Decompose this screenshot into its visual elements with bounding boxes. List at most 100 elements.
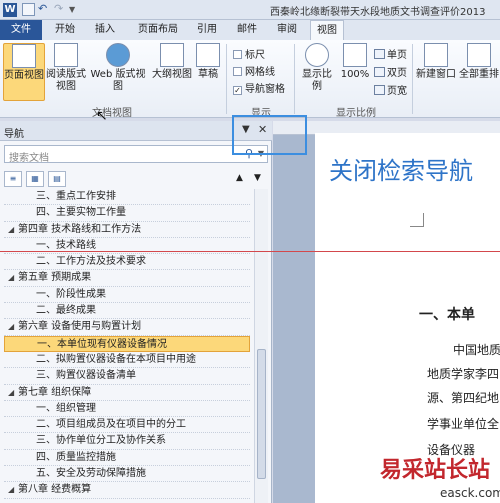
nav-item-label: 第六章 设备使用与购置计划 xyxy=(18,321,142,333)
results-tab-icon[interactable]: ▤ xyxy=(48,171,66,187)
nav-section-item[interactable]: 三、重点工作安排 xyxy=(4,189,250,206)
nav-section-item[interactable]: 二、项目组成员及在项目中的分工 xyxy=(4,417,250,434)
two-pages-icon xyxy=(374,67,385,77)
nav-section-item[interactable]: 四、主要实物工作量 xyxy=(4,205,250,222)
nav-item-label: 二、工作方法及技术要求 xyxy=(36,256,146,268)
page-width-button[interactable]: 页宽 xyxy=(374,82,407,97)
tab-insert[interactable]: 插入 xyxy=(90,20,120,40)
one-page-button[interactable]: 单页 xyxy=(374,46,407,61)
zoom-button[interactable]: 显示比例 xyxy=(298,43,336,101)
tab-view[interactable]: 视图 xyxy=(310,20,344,40)
checkbox-box xyxy=(233,50,242,59)
nav-chapter-item[interactable]: ◢ 第五章 预期成果 xyxy=(4,270,250,287)
page-width-icon xyxy=(374,85,385,95)
nav-item-label: 四、质量监控措施 xyxy=(36,451,116,463)
annotation-highlight-box xyxy=(232,115,307,155)
nav-pane-checkbox[interactable]: ✓ 导航窗格 xyxy=(233,80,285,95)
next-arrow-icon[interactable]: ▼ xyxy=(254,173,261,183)
nav-section-item[interactable]: 三、协作单位分工及协作关系 xyxy=(4,433,250,450)
collapse-triangle-icon[interactable]: ◢ xyxy=(8,270,18,286)
search-input[interactable]: 搜索文档 ⚲ ▼ xyxy=(4,145,268,164)
nav-item-label: 一、组织管理 xyxy=(36,402,96,414)
nav-item-label: 五、安全及劳动保障措施 xyxy=(36,468,146,480)
nav-item-label: 一、本单位现有仪器设备情况 xyxy=(37,338,167,350)
pages-tab-icon[interactable]: ▦ xyxy=(26,171,44,187)
outline-button[interactable]: 大纲视图 xyxy=(151,43,193,101)
checkmark-icon: ✓ xyxy=(233,86,242,95)
nav-section-item[interactable]: 二、拟购置仪器设备在本项目中用途 xyxy=(4,352,250,369)
two-pages-button[interactable]: 双页 xyxy=(374,64,407,79)
arrange-all-button[interactable]: 全部重排 xyxy=(458,43,500,101)
nav-item-label: 第七章 组织保障 xyxy=(18,386,92,398)
nav-item-label: 一、阶段性成果 xyxy=(36,288,106,300)
nav-item-label: 二、最终成果 xyxy=(36,305,96,317)
tab-references[interactable]: 引用 xyxy=(192,20,222,40)
customize-quick-access-icon[interactable]: ▼ xyxy=(69,3,82,16)
divider xyxy=(294,44,295,114)
navigation-pane: 导航 ▼ ✕ 搜索文档 ⚲ ▼ ≡ ▦ ▤ ▲ ▼ 三、重点工作安排 四、主要实物… xyxy=(0,121,272,503)
nav-scrollbar[interactable] xyxy=(254,189,268,503)
body-text-line: 中国地质 xyxy=(453,343,500,357)
document-title: 西秦岭北缘断裂带天水段地质文书调查评价2013 xyxy=(270,7,486,18)
new-window-button[interactable]: 新建窗口 xyxy=(416,43,456,101)
nav-section-item[interactable]: 三、购置仪器设备清单 xyxy=(4,368,250,385)
headings-tab-icon[interactable]: ≡ xyxy=(4,171,22,187)
nav-item-label: 第八章 经费概算 xyxy=(18,484,92,496)
save-icon[interactable] xyxy=(22,3,35,16)
draft-icon xyxy=(196,43,220,67)
nav-item-label: 一、技术路线 xyxy=(36,239,96,251)
group-label-zoom: 显示比例 xyxy=(336,108,376,119)
collapse-triangle-icon[interactable]: ◢ xyxy=(8,222,18,238)
nav-section-item[interactable]: 五、安全及劳动保障措施 xyxy=(4,466,250,483)
nav-section-item[interactable]: 一、阶段性成果 xyxy=(4,287,250,304)
search-placeholder: 搜索文档 xyxy=(9,153,49,164)
ruler-checkbox[interactable]: 标尺 xyxy=(233,46,265,61)
nav-item-label: 第四章 技术路线和工作方法 xyxy=(18,223,142,235)
collapse-triangle-icon[interactable]: ◢ xyxy=(8,385,18,401)
web-layout-button[interactable]: Web 版式视图 xyxy=(87,43,149,101)
nav-section-item[interactable]: 四、质量监控措施 xyxy=(4,450,250,467)
zoom-100-icon xyxy=(343,43,367,67)
tab-page-layout[interactable]: 页面布局 xyxy=(132,20,184,40)
zoom-100-button[interactable]: 100% xyxy=(340,43,370,101)
nav-section-item[interactable]: 一、组织管理 xyxy=(4,401,250,418)
nav-item-label: 四、主要实物工作量 xyxy=(36,207,126,219)
undo-icon[interactable]: ↶ xyxy=(38,3,51,16)
tab-file[interactable]: 文件 xyxy=(0,20,42,40)
page-margin-marker xyxy=(410,213,424,227)
scrollbar-thumb[interactable] xyxy=(257,349,266,479)
watermark: 易采站长站 easck.com xyxy=(360,448,500,503)
body-text-line: 地质学家李四 xyxy=(427,367,500,381)
collapse-triangle-icon[interactable]: ◢ xyxy=(8,482,18,498)
nav-chapter-item[interactable]: ◢ 第七章 组织保障 xyxy=(4,385,250,401)
nav-section-item[interactable]: 二、工作方法及技术要求 xyxy=(4,254,250,271)
annotation-red-line xyxy=(0,251,500,252)
draft-button[interactable]: 草稿 xyxy=(195,43,221,101)
word-logo-icon[interactable]: W xyxy=(3,3,17,17)
nav-chapter-item[interactable]: ◢ 第四章 技术路线和工作方法 xyxy=(4,222,250,238)
tab-review[interactable]: 审阅 xyxy=(272,20,302,40)
ribbon-tabs: 文件 开始 插入 页面布局 引用 邮件 审阅 视图 xyxy=(0,20,500,40)
nav-item-label: 二、拟购置仪器设备在本项目中用途 xyxy=(36,353,196,365)
reading-view-icon xyxy=(54,43,78,67)
nav-section-item[interactable]: 一、本单位现有仪器设备情况 xyxy=(4,335,250,352)
nav-chapter-item[interactable]: ◢ 第八章 经费概算 xyxy=(4,482,250,499)
document-heading: 关闭检索导航 xyxy=(329,157,473,185)
nav-chapter-item[interactable]: ◢ 第六章 设备使用与购置计划 xyxy=(4,319,250,336)
redo-icon[interactable]: ↷ xyxy=(54,3,67,16)
nav-title: 导航 xyxy=(4,129,24,140)
full-screen-reading-button[interactable]: 阅读版式视图 xyxy=(46,43,86,101)
collapse-triangle-icon[interactable]: ◢ xyxy=(8,319,18,335)
nav-view-tabs: ≡ ▦ ▤ ▲ ▼ xyxy=(4,169,268,189)
divider xyxy=(226,44,227,114)
nav-section-item[interactable]: 二、最终成果 xyxy=(4,303,250,320)
tab-mailings[interactable]: 邮件 xyxy=(232,20,262,40)
nav-item-label: 二、项目组成员及在项目中的分工 xyxy=(36,419,186,431)
magnifier-icon xyxy=(305,43,329,67)
print-layout-button[interactable]: 页面视图 xyxy=(3,43,45,101)
nav-item-label: 三、协作单位分工及协作关系 xyxy=(36,435,166,447)
gridlines-checkbox[interactable]: 网格线 xyxy=(233,63,275,78)
tab-home[interactable]: 开始 xyxy=(50,20,80,40)
previous-arrow-icon[interactable]: ▲ xyxy=(236,173,243,183)
watermark-url: easck.com xyxy=(440,486,500,500)
